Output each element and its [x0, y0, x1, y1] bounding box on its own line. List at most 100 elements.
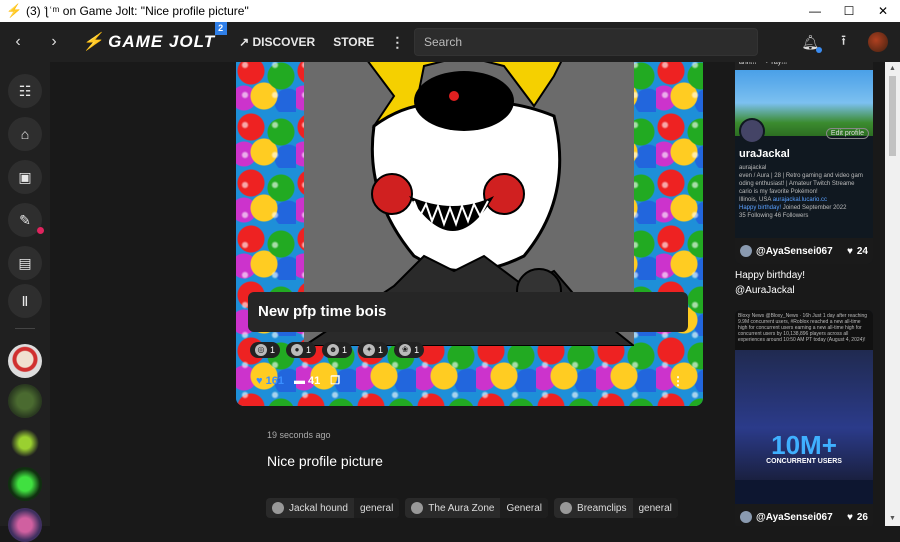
bell-icon[interactable]: 🔔︎ [801, 34, 823, 53]
profile-handle: aurajackal [739, 165, 767, 171]
card-footer: @AyaSensei067 ♥ 26 [735, 504, 873, 526]
gamejolt-app-icon: ⚡ [6, 3, 23, 18]
notification-dot [37, 227, 44, 234]
profile-bio: aurajackal even / Aura | 28 | Retro gami… [739, 164, 869, 220]
gamejolt-logo[interactable]: ⚡ GAME JOLT 2 [82, 22, 228, 62]
store-icon[interactable]: ⌂ [8, 117, 42, 151]
store-link[interactable]: STORE [333, 35, 374, 49]
card-footer: @AyaSensei067 ♥ 24 [735, 238, 873, 264]
scroll-thumb[interactable] [889, 76, 896, 156]
author-name[interactable]: @AyaSensei067 [756, 246, 833, 257]
scroll-down-arrow[interactable]: ▼ [885, 512, 900, 526]
community-avatar[interactable] [8, 508, 42, 542]
post-menu-button[interactable]: ⋮ [672, 374, 684, 388]
logo-text: GAME JOLT [108, 32, 216, 51]
backpack-icon[interactable]: ▣ [8, 160, 42, 194]
related-post-mention[interactable]: @AuraJackal [735, 283, 805, 298]
reaction-chip[interactable]: ◎ 1 [250, 342, 281, 358]
reaction-emoji: ❀ [399, 344, 412, 356]
community-tags: Jackal hound general The Aura Zone Gener… [266, 498, 678, 518]
reaction-chip[interactable]: ● 1 [286, 342, 317, 358]
milestone-caption: CONCURRENT USERS [766, 458, 842, 465]
card-like-count: 26 [856, 511, 868, 523]
community-tag-avatar [411, 502, 424, 514]
close-button[interactable]: ✕ [866, 0, 900, 22]
community-tag-channel: general [632, 498, 678, 518]
comment-button[interactable]: ▬ 41 [294, 375, 320, 387]
related-post-card[interactable]: anri!!! ™• Yay!!! Edit profile uraJackal… [735, 62, 873, 264]
minimize-button[interactable]: — [798, 0, 832, 22]
discover-icon: ↗ [239, 35, 250, 49]
community-avatar[interactable] [8, 426, 42, 460]
reaction-count: 1 [270, 345, 276, 355]
library-icon[interactable]: Ⅱ [8, 284, 42, 318]
related-posts-column: anri!!! ™• Yay!!! Edit profile uraJackal… [730, 62, 885, 526]
logo-badge: 2 [215, 22, 228, 35]
community-tag-name: Breamclips [577, 502, 627, 514]
search-input[interactable]: Search [414, 28, 758, 56]
community-tag[interactable]: Jackal hound general [266, 498, 400, 518]
user-avatar[interactable] [868, 32, 888, 52]
profile-birthday: Happy birthday! [739, 205, 782, 211]
profile-site: aurajackal.lucario.cc [772, 197, 828, 203]
community-tag[interactable]: The Aura Zone General [405, 498, 549, 518]
reaction-count: 1 [414, 345, 420, 355]
discover-link[interactable]: ↗ DISCOVER [239, 35, 315, 49]
reaction-list: ◎ 1 ● 1 ☻ 1 ✦ 1 ❀ 1 [250, 342, 425, 358]
bolt-icon: ⚡ [82, 32, 105, 51]
comment-count: 41 [308, 374, 321, 387]
reaction-chip[interactable]: ❀ 1 [394, 342, 425, 358]
back-button[interactable]: ‹ [0, 22, 36, 62]
community-avatar[interactable] [8, 384, 42, 418]
scroll-up-arrow[interactable]: ▲ [885, 62, 900, 76]
reaction-emoji: ☻ [327, 344, 340, 356]
card-caption: anri!!! ™• Yay!!! [735, 62, 873, 70]
page-scrollbar[interactable]: ▲ ▼ [885, 62, 900, 526]
author-avatar [740, 245, 752, 257]
comment-text: Nice profile picture [267, 453, 383, 469]
reaction-emoji: ◎ [255, 344, 267, 356]
reaction-chip[interactable]: ✦ 1 [358, 342, 389, 358]
share-icon[interactable]: ❐ [330, 374, 340, 387]
window-titlebar: ⚡ (3) ƪʿᵐ on Game Jolt: "Nice profile pi… [0, 0, 900, 22]
reaction-count: 1 [342, 345, 348, 355]
chat-icon[interactable]: ▤ [8, 246, 42, 280]
heart-icon[interactable]: ♥ [847, 512, 853, 523]
left-sidebar: ☷ ⌂ ▣ ✎ ▤ Ⅱ [0, 62, 50, 542]
related-post-card[interactable]: Bloxy News @Bloxy_News · 16h Just 1 day … [735, 310, 873, 526]
upload-icon[interactable]: ⭱ [841, 30, 846, 54]
community-tag-name: The Aura Zone [428, 502, 495, 514]
comment-timestamp: 19 seconds ago [267, 430, 331, 440]
maximize-button[interactable]: ☐ [832, 0, 866, 22]
edit-profile-label: Edit profile [825, 128, 869, 139]
post-title: New pfp time bois [248, 292, 688, 332]
embedded-tweet-text: Bloxy News @Bloxy_News · 16h Just 1 day … [735, 310, 873, 350]
reaction-chip[interactable]: ☻ 1 [322, 342, 353, 358]
community-tag[interactable]: Breamclips general [554, 498, 678, 518]
notification-dot [816, 46, 823, 53]
post-main: New pfp time bois ◎ 1 ● 1 ☻ 1 ✦ 1 ❀ 1 ♥ 161 ▬… [50, 62, 730, 526]
community-avatar[interactable] [8, 467, 42, 501]
more-menu-button[interactable]: ⋮ [390, 34, 404, 51]
reaction-count: 1 [378, 345, 384, 355]
card-like-count: 24 [856, 245, 868, 257]
profile-bio-text: even / Aura | 28 | Retro gaming and vide… [739, 173, 863, 195]
top-navigation: ‹ › ⚡ GAME JOLT 2 ↗ DISCOVER STORE ⋮ Sea… [0, 22, 900, 62]
like-button[interactable]: ♥ 161 [256, 375, 284, 387]
community-tag-avatar [560, 502, 573, 514]
author-name[interactable]: @AyaSensei067 [756, 512, 833, 523]
profile-joined: Joined September 2022 [782, 205, 847, 211]
forward-button[interactable]: › [36, 22, 72, 62]
author-avatar [740, 511, 752, 523]
top-right-icons: 🔔︎ ⭱ [801, 22, 888, 62]
community-tag-avatar [272, 502, 284, 514]
community-tag-name: Jackal hound [289, 502, 348, 514]
heart-icon[interactable]: ♥ [847, 246, 853, 257]
reaction-emoji: ✦ [363, 344, 376, 356]
creator-icon[interactable]: ✎ [8, 203, 44, 237]
top-nav-links: ↗ DISCOVER STORE [239, 35, 374, 49]
community-avatar[interactable] [8, 344, 42, 378]
activity-icon[interactable]: ☷ [8, 74, 42, 108]
profile-banner-image [735, 70, 873, 144]
reaction-count: 1 [306, 345, 312, 355]
